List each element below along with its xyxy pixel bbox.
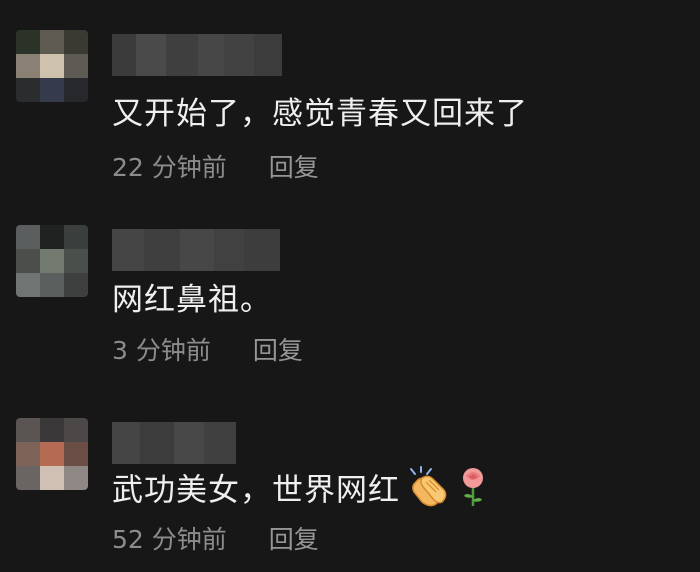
comment-meta: 22 分钟前 回复: [112, 148, 319, 184]
comment-time: 22 分钟前: [112, 153, 227, 182]
username-blurred[interactable]: [112, 229, 280, 271]
reply-button[interactable]: 回复: [253, 331, 303, 367]
avatar[interactable]: [16, 225, 88, 297]
comment-text: 网红鼻祖。: [112, 282, 272, 318]
rose-icon: [458, 466, 488, 518]
comment-time: 52 分钟前: [112, 525, 227, 554]
reply-button[interactable]: 回复: [269, 148, 319, 184]
comment-time: 3 分钟前: [112, 336, 211, 365]
reply-button[interactable]: 回复: [269, 520, 319, 556]
comment-meta: 3 分钟前 回复: [112, 331, 303, 367]
comment-text: 又开始了，感觉青春又回来了: [112, 96, 528, 132]
comment-text-body: 武功美女，世界网红: [112, 472, 400, 509]
username-blurred[interactable]: [112, 422, 236, 464]
avatar[interactable]: [16, 418, 88, 490]
comment-meta: 52 分钟前 回复: [112, 520, 319, 556]
avatar[interactable]: [16, 30, 88, 102]
comment-text: 武功美女，世界网红: [112, 466, 488, 518]
clapping-hands-icon: [406, 466, 452, 518]
username-blurred[interactable]: [112, 34, 282, 76]
